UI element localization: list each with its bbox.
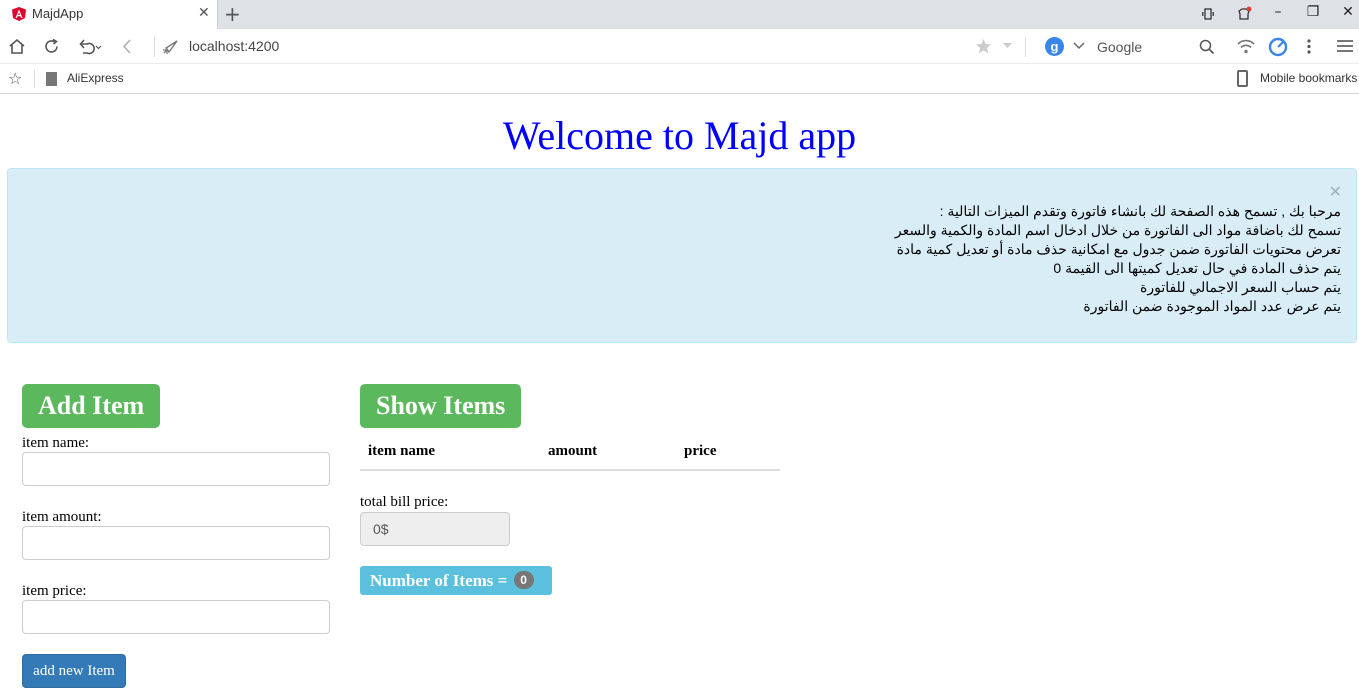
table-divider — [360, 469, 780, 471]
search-engine-icon[interactable]: g — [1045, 37, 1064, 56]
total-price-label: total bill price: — [360, 494, 449, 510]
bookmark-aliexpress[interactable]: AliExpress — [67, 71, 124, 85]
bookmark-star-icon[interactable]: ☆ — [8, 69, 22, 88]
close-window-icon[interactable]: ✕ — [1338, 4, 1358, 20]
minimize-icon[interactable]: – — [1268, 4, 1288, 20]
column-header-amount: amount — [548, 443, 598, 459]
chevron-down-icon[interactable] — [1073, 42, 1085, 50]
more-options-icon[interactable] — [1306, 38, 1312, 55]
restore-icon[interactable]: ❐ — [1303, 4, 1323, 20]
add-item-button[interactable]: Add Item — [22, 384, 161, 428]
item-amount-input[interactable] — [22, 526, 330, 560]
bookmarks-bar: ☆ AliExpress Mobile bookmarks — [0, 64, 1359, 94]
alert-text: مرحبا بك , تسمح هذه الصفحة لك بانشاء فات… — [895, 202, 1341, 316]
home-icon[interactable] — [8, 38, 26, 55]
bookmarks-separator — [34, 70, 35, 88]
column-header-item-name: item name — [368, 443, 436, 459]
info-alert: ✕ مرحبا بك , تسمح هذه الصفحة لك بانشاء ف… — [7, 168, 1357, 343]
extension-icon[interactable] — [1236, 6, 1252, 22]
wifi-icon[interactable] — [1237, 39, 1255, 54]
url-input[interactable]: localhost:4200 — [189, 38, 279, 54]
alert-line: يتم حساب السعر الاجمالي للفاتورة — [1139, 279, 1341, 295]
url-separator — [154, 37, 155, 57]
column-header-price: price — [684, 443, 717, 459]
new-tab-icon[interactable]: + — [224, 2, 241, 26]
menu-icon[interactable] — [1337, 39, 1353, 53]
item-price-input[interactable] — [22, 600, 330, 634]
alert-line: يتم عرض عدد المواد الموجودة ضمن الفاتورة — [1083, 298, 1341, 314]
tab-title: MajdApp — [32, 6, 84, 21]
page-title: Welcome to Majd app — [502, 113, 857, 158]
alert-line: تسمح لك باضافة مواد الى الفاتورة من خلال… — [894, 222, 1341, 238]
item-amount-label: item amount: — [22, 509, 102, 525]
search-input[interactable]: Google — [1097, 39, 1142, 55]
search-icon[interactable] — [1199, 39, 1215, 55]
undo-icon[interactable] — [77, 38, 103, 55]
item-name-input[interactable] — [22, 452, 330, 486]
mobile-bookmarks-link[interactable]: Mobile bookmarks — [1260, 71, 1357, 85]
item-price-label: item price: — [22, 583, 87, 599]
alert-line: مرحبا بك , تسمح هذه الصفحة لك بانشاء فات… — [939, 203, 1341, 219]
browser-tab-strip: MajdApp ✕ + – ❐ ✕ — [0, 0, 1359, 29]
browser-tab[interactable]: MajdApp ✕ — [0, 0, 218, 29]
item-count-badge: Number of Items = 0 — [360, 566, 552, 595]
rocket-icon — [163, 40, 178, 54]
item-count-value: 0 — [513, 571, 534, 589]
total-price-field: 0$ — [360, 512, 510, 546]
toolbar-separator — [1025, 37, 1026, 57]
star-icon[interactable] — [975, 38, 992, 55]
add-new-item-button[interactable]: add new Item — [22, 654, 126, 688]
angular-logo-icon — [12, 7, 26, 21]
item-name-label: item name: — [22, 435, 90, 451]
vibrate-icon[interactable] — [1202, 8, 1214, 20]
alert-close-icon[interactable]: ✕ — [1329, 182, 1342, 201]
show-items-button[interactable]: Show Items — [360, 384, 522, 428]
tab-close-icon[interactable]: ✕ — [198, 5, 210, 21]
browser-navbar: localhost:4200 g Google — [0, 29, 1359, 64]
page-icon — [46, 72, 57, 86]
mobile-icon — [1237, 70, 1248, 87]
alert-line: يتم حذف المادة في حال تعديل كميتها الى ا… — [1053, 260, 1341, 276]
speed-dial-icon[interactable] — [1268, 37, 1288, 57]
star-dropdown-icon[interactable] — [1002, 42, 1013, 50]
reload-icon[interactable] — [43, 38, 60, 55]
item-count-label: Number of Items = — [370, 571, 508, 590]
alert-line: تعرض محتويات الفاتورة ضمن جدول مع امكاني… — [896, 241, 1341, 257]
back-icon[interactable] — [120, 38, 134, 55]
